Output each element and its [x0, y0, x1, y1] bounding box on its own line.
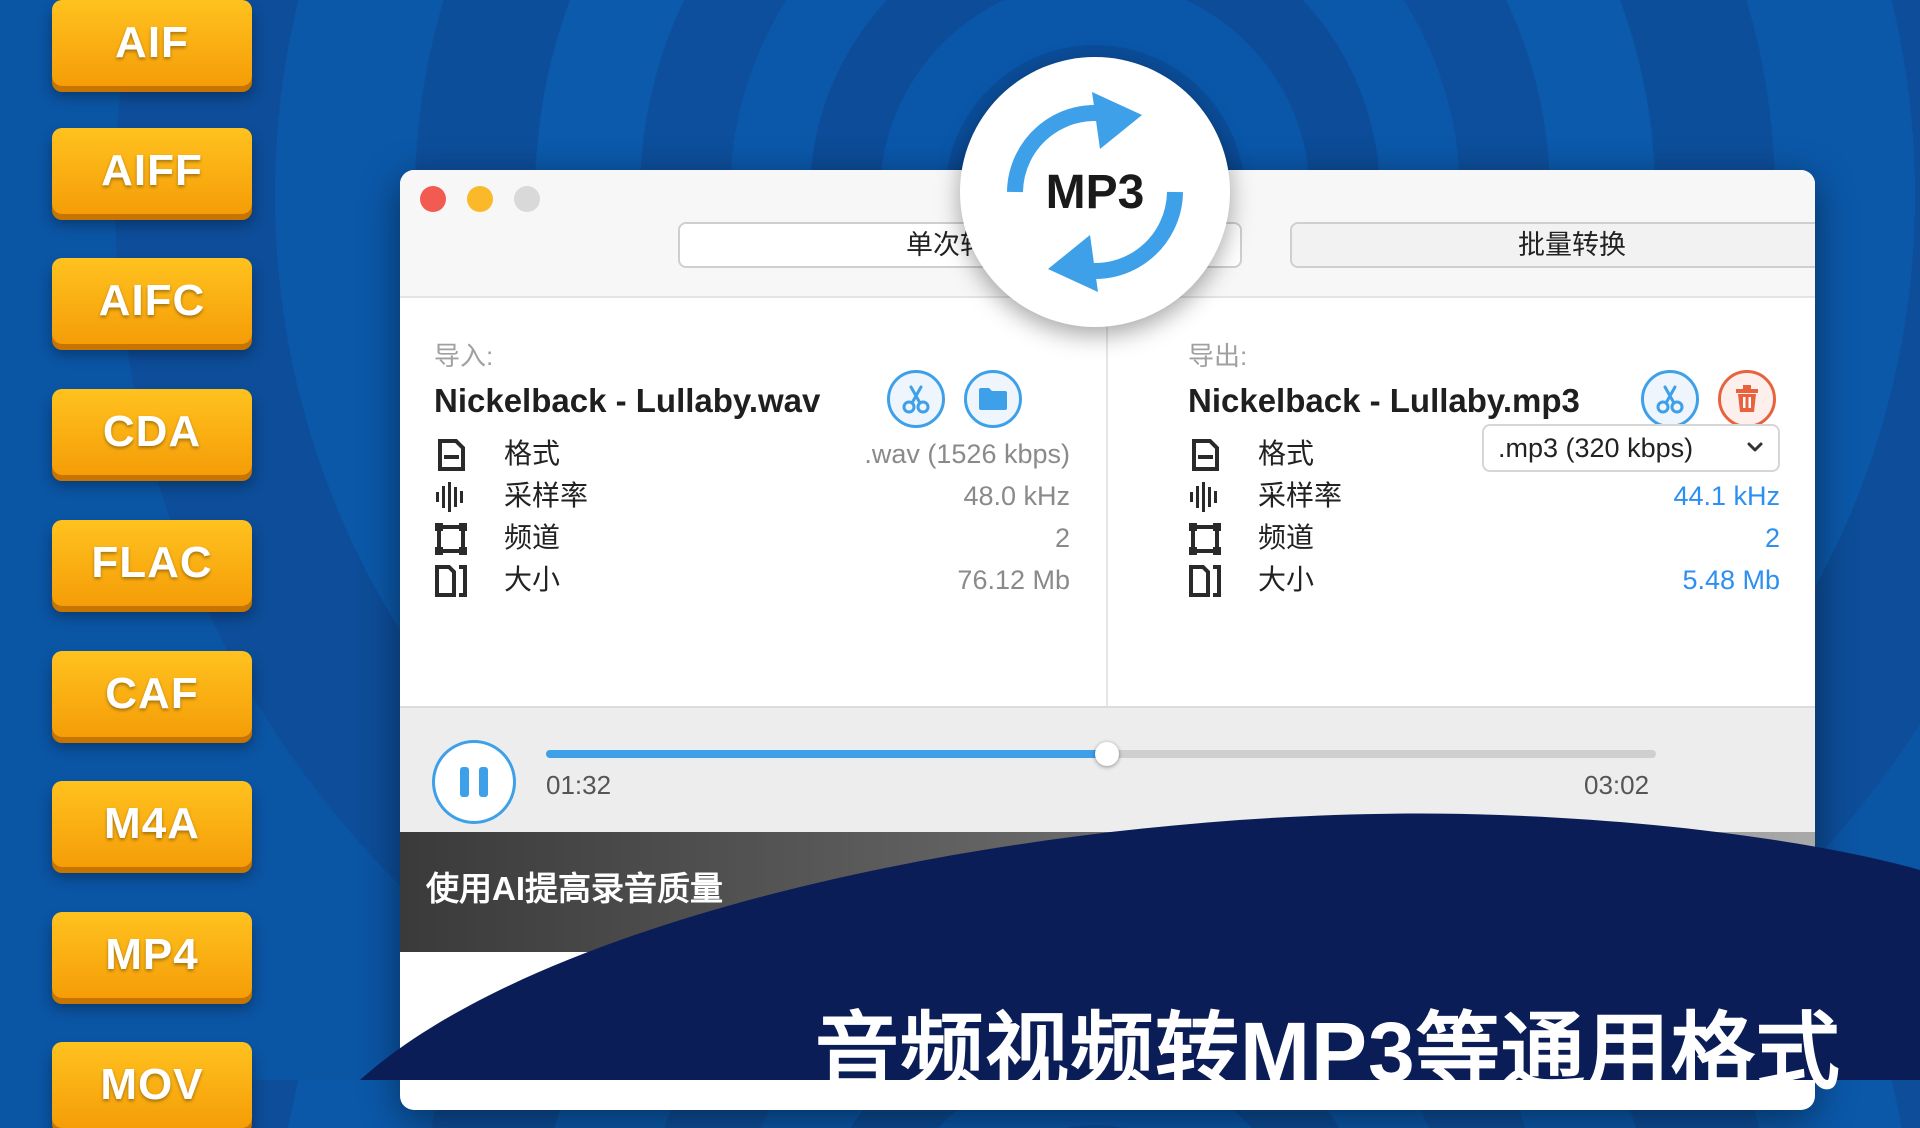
input-channels-value: 2 — [1054, 523, 1070, 553]
output-panel: 导出: Nickelback - Lullaby.mp3 格式 .mp3 (32… — [1188, 298, 1780, 706]
input-format-label: 格式 — [504, 438, 561, 469]
output-format-select[interactable]: .mp3 (320 kbps) — [1482, 424, 1780, 472]
trash-icon — [1736, 385, 1758, 412]
input-row-channels: 频道 2 — [434, 518, 1070, 558]
input-row-size: 大小 76.12 Mb — [434, 560, 1070, 600]
format-badge-m4a: M4A — [52, 781, 252, 867]
channels-icon — [1189, 523, 1221, 555]
progress-knob[interactable] — [1094, 742, 1119, 766]
output-row-channels: 频道 2 — [1188, 518, 1780, 558]
input-size-value: 76.12 Mb — [957, 565, 1070, 595]
output-size-label: 大小 — [1258, 564, 1315, 595]
zoom-window-button[interactable] — [514, 186, 540, 212]
format-badge-aiff: AIFF — [52, 128, 252, 214]
input-size-label: 大小 — [504, 564, 561, 595]
output-delete-button[interactable] — [1718, 370, 1776, 428]
input-sample-rate-label: 采样率 — [504, 480, 589, 511]
pause-icon — [460, 767, 488, 797]
format-badge-caf: CAF — [52, 651, 252, 737]
file-format-icon — [438, 439, 465, 471]
output-format-selected: .mp3 (320 kbps) — [1498, 433, 1694, 463]
input-channels-label: 频道 — [504, 522, 561, 553]
format-badge-mp4: MP4 — [52, 912, 252, 998]
scissors-icon — [1656, 385, 1684, 414]
waveform-icon — [436, 482, 463, 512]
output-row-sample-rate: 采样率 44.1 kHz — [1188, 476, 1780, 516]
input-open-folder-button[interactable] — [964, 370, 1022, 428]
format-badge-cda: CDA — [52, 389, 252, 475]
panel-divider — [1106, 298, 1108, 706]
file-size-icon — [435, 565, 467, 597]
output-format-label: 格式 — [1258, 438, 1315, 469]
audio-player: 01:32 03:02 — [400, 706, 1815, 834]
input-row-format: 格式 .wav (1526 kbps) — [434, 434, 1070, 474]
file-size-icon — [1189, 565, 1221, 597]
output-sample-rate-label: 采样率 — [1258, 480, 1343, 511]
waveform-icon — [1190, 482, 1217, 512]
input-trim-button[interactable] — [887, 370, 945, 428]
input-format-value: .wav (1526 kbps) — [864, 439, 1070, 469]
folder-icon — [979, 388, 1007, 410]
output-row-size: 大小 5.48 Mb — [1188, 560, 1780, 600]
bottom-title: 音频视频转MP3等通用格式 — [815, 1005, 1841, 1099]
input-sample-rate-value: 48.0 kHz — [963, 481, 1070, 511]
format-badge-aif: AIF — [52, 0, 252, 86]
tab-batch-convert[interactable]: 批量转换 — [1290, 222, 1815, 268]
chevron-down-icon — [1747, 442, 1763, 452]
input-filename: Nickelback - Lullaby.wav — [434, 382, 821, 419]
ai-enhance-banner-text: 使用AI提高录音质量 — [426, 870, 723, 907]
progress-fill — [546, 750, 1107, 758]
output-channels-label: 频道 — [1258, 522, 1315, 553]
scissors-icon — [902, 385, 930, 414]
pause-button[interactable] — [432, 740, 516, 824]
output-channels-value[interactable]: 2 — [1765, 518, 1780, 558]
close-window-button[interactable] — [420, 186, 446, 212]
format-badge-flac: FLAC — [52, 520, 252, 606]
tab-batch-label: 批量转换 — [1518, 230, 1626, 260]
ai-enhance-banner[interactable]: 使用AI提高录音质量 — [400, 832, 1815, 952]
mp3-logo: MP3 — [960, 57, 1230, 327]
input-row-sample-rate: 采样率 48.0 kHz — [434, 476, 1070, 516]
output-trim-button[interactable] — [1641, 370, 1699, 428]
progress-slider[interactable] — [546, 742, 1656, 766]
logo-text: MP3 — [1045, 166, 1145, 219]
minimize-window-button[interactable] — [467, 186, 493, 212]
current-time: 01:32 — [546, 770, 612, 800]
output-filename: Nickelback - Lullaby.mp3 — [1188, 382, 1580, 419]
output-row-format: 格式 .mp3 (320 kbps) — [1188, 424, 1780, 474]
total-time: 03:02 — [1584, 770, 1650, 800]
output-size-value[interactable]: 5.48 Mb — [1682, 560, 1780, 600]
format-badge-aifc: AIFC — [52, 258, 252, 344]
output-heading: 导出: — [1188, 341, 1248, 371]
channels-icon — [435, 523, 467, 555]
output-sample-rate-value[interactable]: 44.1 kHz — [1673, 476, 1780, 516]
file-format-icon — [1192, 439, 1219, 471]
input-heading: 导入: — [434, 341, 494, 371]
input-panel: 导入: Nickelback - Lullaby.wav 格式 .wav (15… — [434, 298, 1070, 706]
format-badge-mov: MOV — [52, 1042, 252, 1128]
